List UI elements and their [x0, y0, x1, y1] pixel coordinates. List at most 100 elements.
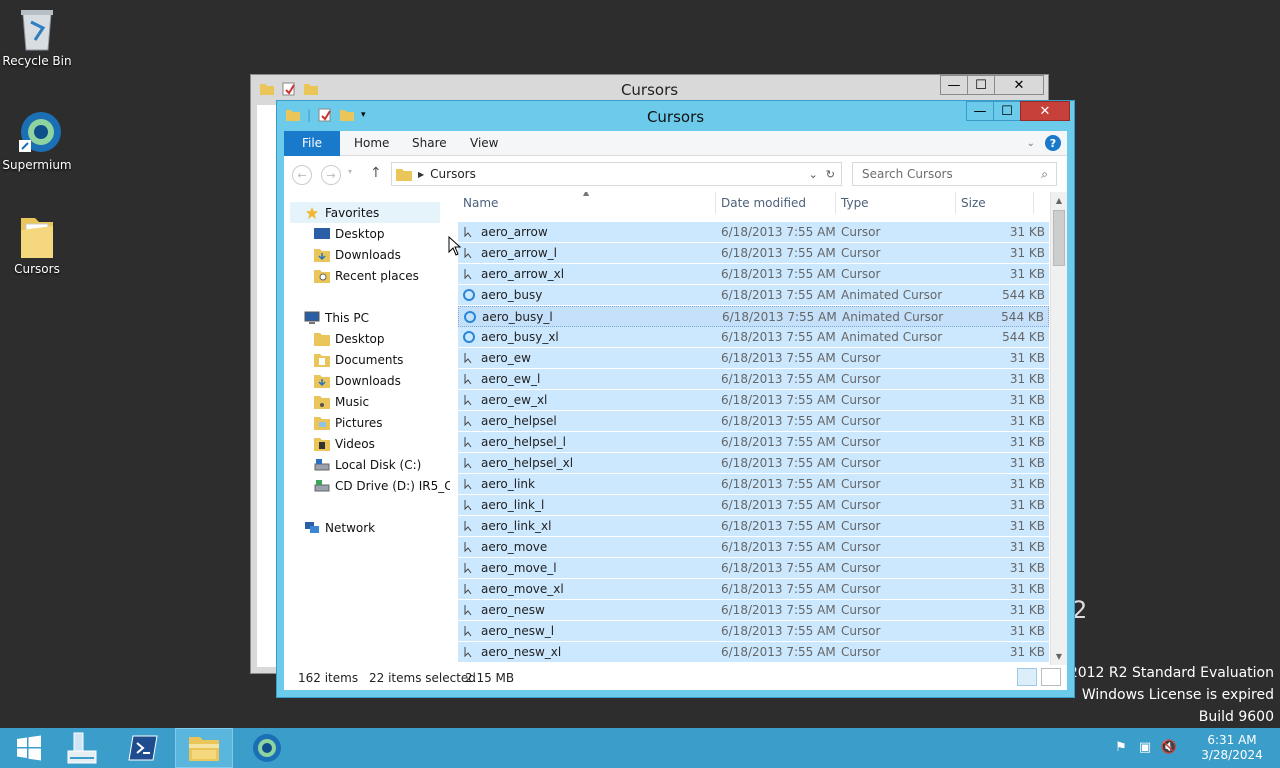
taskbar-file-explorer[interactable]	[175, 728, 233, 768]
file-type: Cursor	[841, 477, 881, 491]
forward-button[interactable]: →	[321, 165, 341, 185]
nav-pc-desktop[interactable]: Desktop	[314, 328, 385, 349]
file-name: aero_ew_l	[481, 372, 541, 386]
table-row[interactable]: aero_busy_xl 6/18/2013 7:55 AM Animated Cu…	[458, 327, 1049, 348]
status-selected-count: 22 items selected	[369, 670, 476, 685]
column-header-type[interactable]: Type	[836, 192, 956, 214]
taskbar-powershell[interactable]	[114, 728, 172, 768]
search-icon[interactable]: ⌕	[1041, 167, 1048, 182]
tab-share[interactable]: Share	[398, 131, 461, 156]
column-header-size[interactable]: Size	[956, 192, 1034, 214]
breadcrumb[interactable]: Cursors	[430, 167, 476, 181]
maximize-button[interactable]: ☐	[967, 75, 995, 95]
cursor-file-icon	[464, 227, 472, 238]
table-row[interactable]: aero_ew_l 6/18/2013 7:55 AM Cursor 31 KB	[458, 369, 1049, 390]
up-arrow-icon[interactable]: ↑	[370, 165, 382, 181]
address-dropdown-icon[interactable]: ⌄	[809, 168, 818, 181]
start-button[interactable]	[0, 728, 58, 768]
table-row[interactable]: aero_move_l 6/18/2013 7:55 AM Cursor 31 KB	[458, 558, 1049, 579]
search-input[interactable]	[862, 167, 1042, 181]
file-date-modified: 6/18/2013 7:55 AM	[721, 225, 836, 239]
column-header-name[interactable]: Name	[458, 192, 716, 214]
flag-icon[interactable]: ⚑	[1112, 740, 1130, 756]
nav-network[interactable]: Network	[304, 517, 375, 538]
table-row[interactable]: aero_helpsel 6/18/2013 7:55 AM Cursor 31 KB	[458, 411, 1049, 432]
nav-pc-music[interactable]: Music	[314, 391, 369, 412]
close-button[interactable]: ✕	[1020, 101, 1070, 121]
vertical-scrollbar[interactable]: ▲ ▼	[1050, 192, 1067, 665]
desktop-icon-supermium[interactable]: Supermium	[2, 110, 72, 172]
table-row[interactable]: aero_ew_xl 6/18/2013 7:55 AM Cursor 31 KB	[458, 390, 1049, 411]
details-view-icon[interactable]	[1017, 668, 1037, 686]
network-status-icon[interactable]: ▣	[1136, 740, 1154, 756]
refresh-icon[interactable]: ↻	[826, 168, 835, 181]
scroll-down-icon[interactable]: ▼	[1051, 648, 1067, 665]
table-row[interactable]: aero_nesw 6/18/2013 7:55 AM Cursor 31 KB	[458, 600, 1049, 621]
file-rows: aero_arrow 6/18/2013 7:55 AM Cursor 31 KB ae…	[458, 222, 1049, 663]
supermium-icon	[17, 110, 61, 154]
address-bar[interactable]: ▶ Cursors ⌄ ↻	[391, 162, 842, 186]
documents-folder-icon	[314, 353, 330, 367]
file-date-modified: 6/18/2013 7:55 AM	[721, 561, 836, 575]
nav-pc-documents[interactable]: Documents	[314, 349, 403, 370]
nav-this-pc[interactable]: This PC	[304, 307, 369, 328]
clock[interactable]: 6:31 AM 3/28/2024	[1184, 733, 1280, 763]
back-button[interactable]: ←	[292, 165, 312, 185]
table-row[interactable]: aero_arrow 6/18/2013 7:55 AM Cursor 31 KB	[458, 222, 1049, 243]
breadcrumb-arrow-icon[interactable]: ▶	[418, 170, 424, 179]
nav-favorites[interactable]: Favorites	[290, 202, 440, 223]
file-type: Cursor	[841, 498, 881, 512]
table-row[interactable]: aero_nesw_l 6/18/2013 7:55 AM Cursor 31 KB	[458, 621, 1049, 642]
table-row[interactable]: aero_helpsel_xl 6/18/2013 7:55 AM Cursor 31…	[458, 453, 1049, 474]
nav-fav-desktop[interactable]: Desktop	[314, 223, 385, 244]
column-header-date[interactable]: Date modified	[716, 192, 836, 214]
table-row[interactable]: aero_busy 6/18/2013 7:55 AM Animated Curso…	[458, 285, 1049, 306]
close-button[interactable]: ✕	[994, 75, 1044, 95]
expand-ribbon-icon[interactable]: ⌄	[1027, 138, 1035, 149]
explorer-window[interactable]: | ▾ Cursors — ☐ ✕ File Home Share View ⌄…	[276, 100, 1075, 698]
help-icon[interactable]: ?	[1045, 135, 1061, 151]
nav-label: CD Drive (D:) IR5_CC	[335, 478, 450, 493]
table-row[interactable]: aero_link 6/18/2013 7:55 AM Cursor 31 KB	[458, 474, 1049, 495]
volume-muted-icon[interactable]: 🔇	[1160, 740, 1178, 756]
search-box[interactable]: ⌕	[852, 162, 1057, 186]
nav-pc-videos[interactable]: Videos	[314, 433, 375, 454]
taskbar: ⚑ ▣ 🔇 6:31 AM 3/28/2024	[0, 728, 1280, 768]
table-row[interactable]: aero_link_l 6/18/2013 7:55 AM Cursor 31 KB	[458, 495, 1049, 516]
minimize-button[interactable]: —	[940, 75, 968, 95]
title-bar[interactable]: Cursors — ☐ ✕	[251, 75, 1048, 103]
recent-locations-icon[interactable]: ▾	[348, 167, 352, 176]
nav-fav-recent-places[interactable]: Recent places	[314, 265, 419, 286]
tab-home[interactable]: Home	[340, 131, 403, 156]
maximize-button[interactable]: ☐	[993, 101, 1021, 121]
title-bar[interactable]: | ▾ Cursors — ☐ ✕	[277, 101, 1074, 131]
nav-pc-pictures[interactable]: Pictures	[314, 412, 383, 433]
nav-pc-local-disk[interactable]: Local Disk (C:)	[314, 454, 421, 475]
nav-pc-downloads[interactable]: Downloads	[314, 370, 401, 391]
table-row[interactable]: aero_helpsel_l 6/18/2013 7:55 AM Cursor 31 …	[458, 432, 1049, 453]
desktop-icon-cursors[interactable]: Cursors	[2, 214, 72, 276]
table-row[interactable]: aero_move 6/18/2013 7:55 AM Cursor 31 KB	[458, 537, 1049, 558]
taskbar-supermium[interactable]	[238, 728, 296, 768]
tab-view[interactable]: View	[456, 131, 512, 156]
minimize-button[interactable]: —	[966, 101, 994, 121]
table-row[interactable]: aero_move_xl 6/18/2013 7:55 AM Cursor 31 KB	[458, 579, 1049, 600]
scroll-thumb[interactable]	[1053, 210, 1065, 266]
tab-file[interactable]: File	[284, 131, 340, 156]
nav-label: Videos	[335, 436, 375, 451]
table-row[interactable]: aero_ew 6/18/2013 7:55 AM Cursor 31 KB	[458, 348, 1049, 369]
table-row[interactable]: aero_arrow_l 6/18/2013 7:55 AM Cursor 31 KB	[458, 243, 1049, 264]
taskbar-server-manager[interactable]	[52, 728, 110, 768]
large-icons-view-icon[interactable]	[1041, 668, 1061, 686]
file-date-modified: 6/18/2013 7:55 AM	[721, 540, 836, 554]
table-row[interactable]: aero_link_xl 6/18/2013 7:55 AM Cursor 31 KB	[458, 516, 1049, 537]
table-row[interactable]: aero_nesw_xl 6/18/2013 7:55 AM Cursor 31 KB	[458, 642, 1049, 663]
file-type: Cursor	[841, 456, 881, 470]
file-type: Cursor	[841, 540, 881, 554]
nav-pc-cd-drive[interactable]: CD Drive (D:) IR5_CC	[314, 475, 450, 496]
nav-fav-downloads[interactable]: Downloads	[314, 244, 401, 265]
desktop-icon-recycle-bin[interactable]: Recycle Bin	[2, 6, 72, 68]
table-row[interactable]: aero_busy_l 6/18/2013 7:55 AM Animated Cur…	[458, 306, 1049, 327]
table-row[interactable]: aero_arrow_xl 6/18/2013 7:55 AM Cursor 31 K…	[458, 264, 1049, 285]
scroll-up-icon[interactable]: ▲	[1051, 192, 1067, 209]
